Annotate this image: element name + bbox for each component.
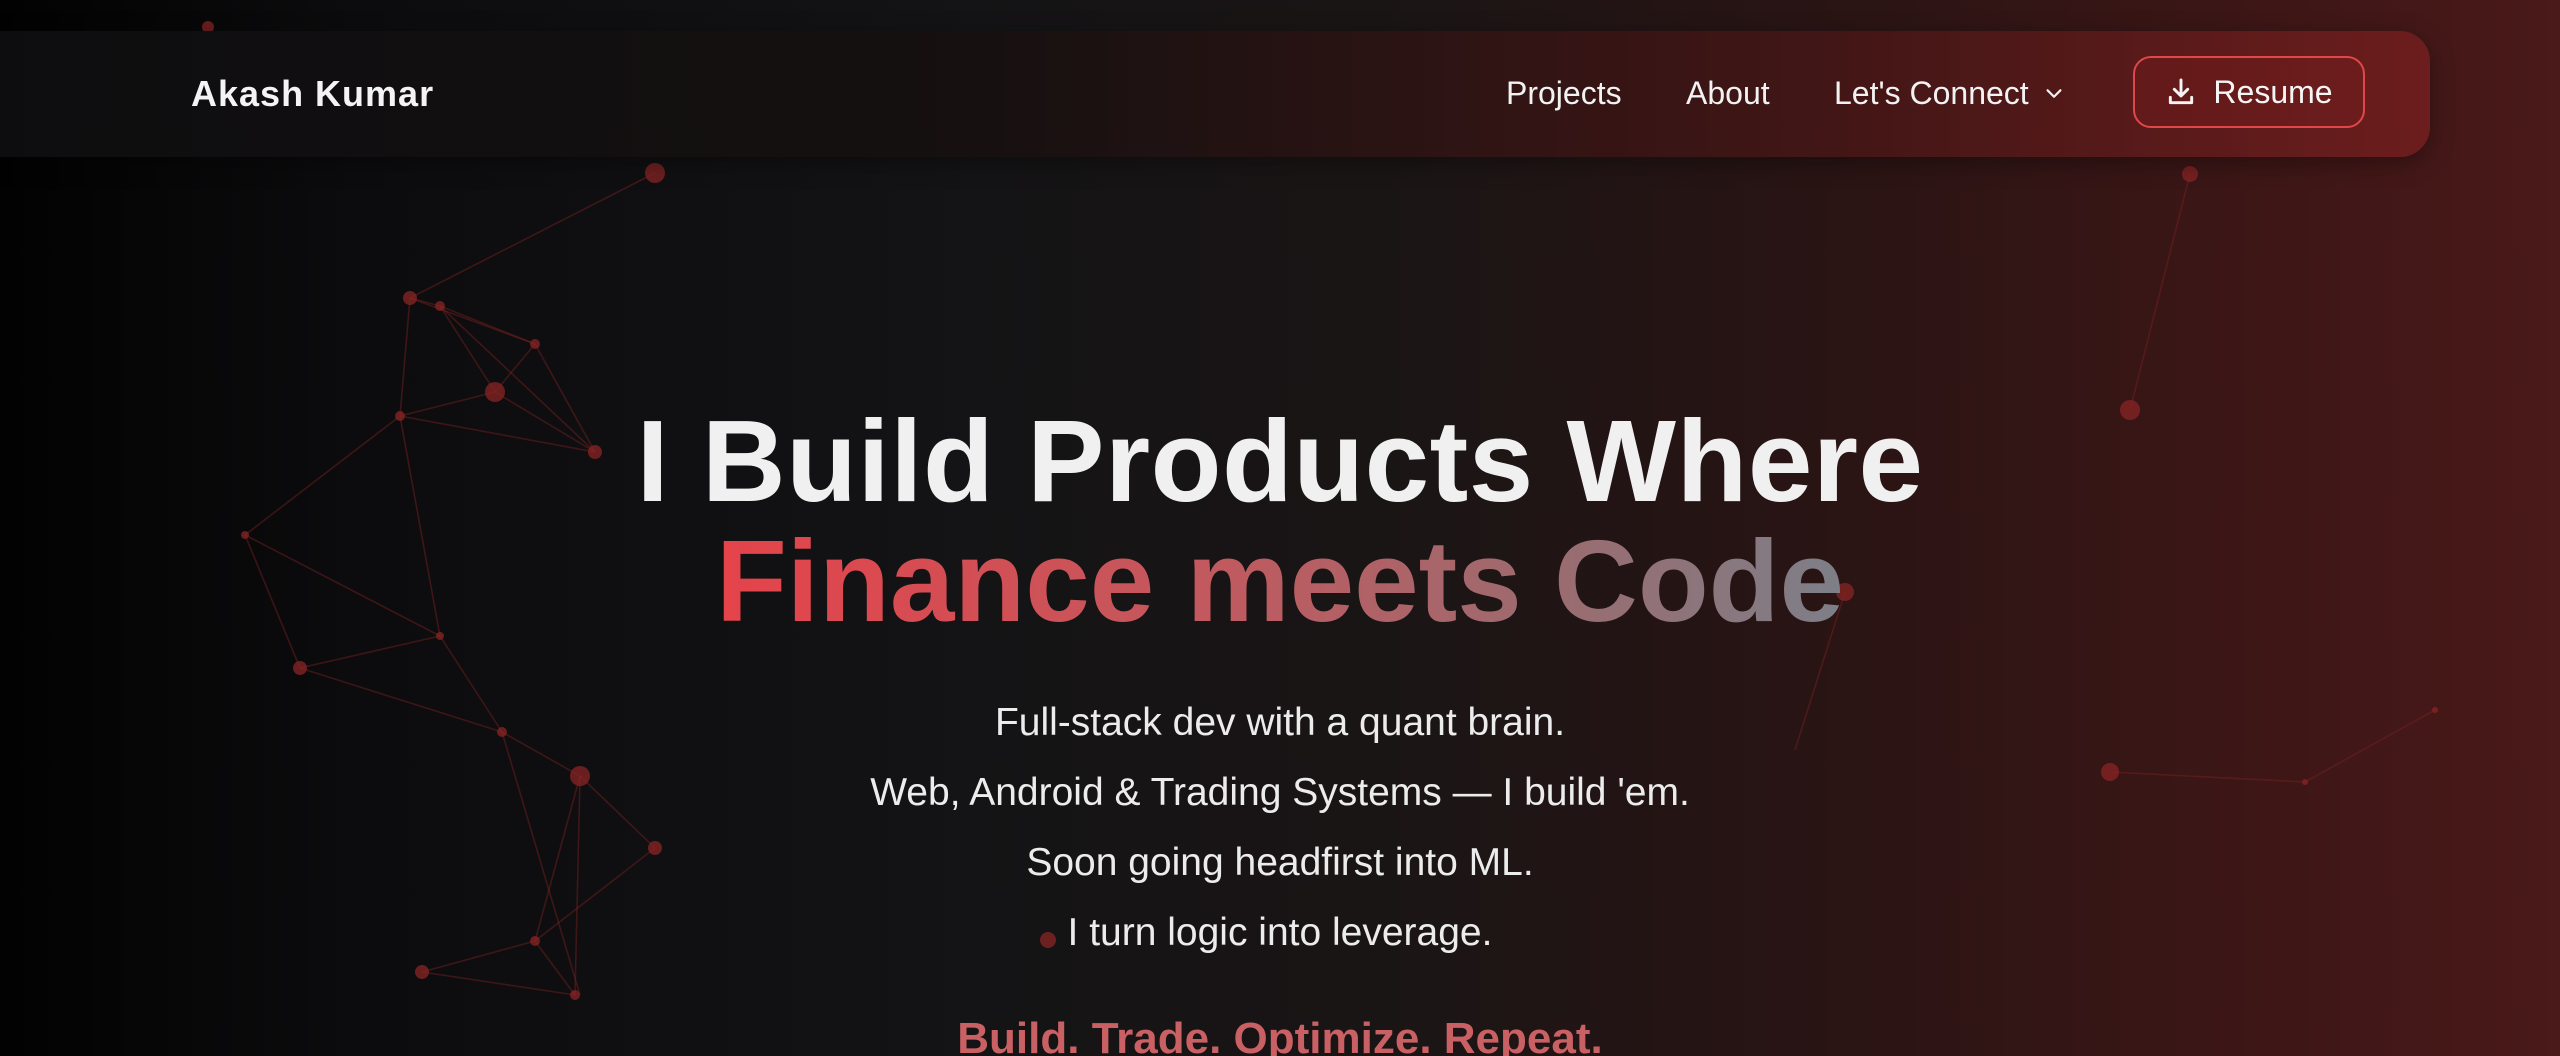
download-icon xyxy=(2169,78,2194,105)
hero-subtitle-line-2: Web, Android & Trading Systems — I build… xyxy=(870,771,1690,814)
hero-title-line-2: Finance meets Code xyxy=(0,516,2560,646)
hero-title-gradient-text: Finance meets Code xyxy=(715,516,1845,646)
hero-subtitle-line-3: Soon going headfirst into ML. xyxy=(1026,841,1534,884)
resume-button-label: Resume xyxy=(2213,73,2333,110)
nav-link-lets-connect-label: Let's Connect xyxy=(1834,75,2029,111)
hero-subtitle-line-1: Full-stack dev with a quant brain. xyxy=(994,701,1566,744)
hero-subtitle-line-4: I turn logic into leverage. xyxy=(1067,911,1493,954)
nav-dropdown-lets-connect[interactable]: Let's Connect xyxy=(1834,75,2065,112)
nav-link-about[interactable]: About xyxy=(1686,75,1770,112)
hero-title-line-1: I Build Products Where xyxy=(636,396,1924,526)
nav-link-projects[interactable]: Projects xyxy=(1506,75,1622,112)
resume-download-button[interactable]: Resume xyxy=(2133,56,2365,128)
chevron-down-icon xyxy=(2046,88,2062,98)
hero-tagline: Build. Trade. Optimize. Repeat. xyxy=(957,1014,1603,1056)
brand-logo-text[interactable]: Akash Kumar xyxy=(191,73,434,115)
